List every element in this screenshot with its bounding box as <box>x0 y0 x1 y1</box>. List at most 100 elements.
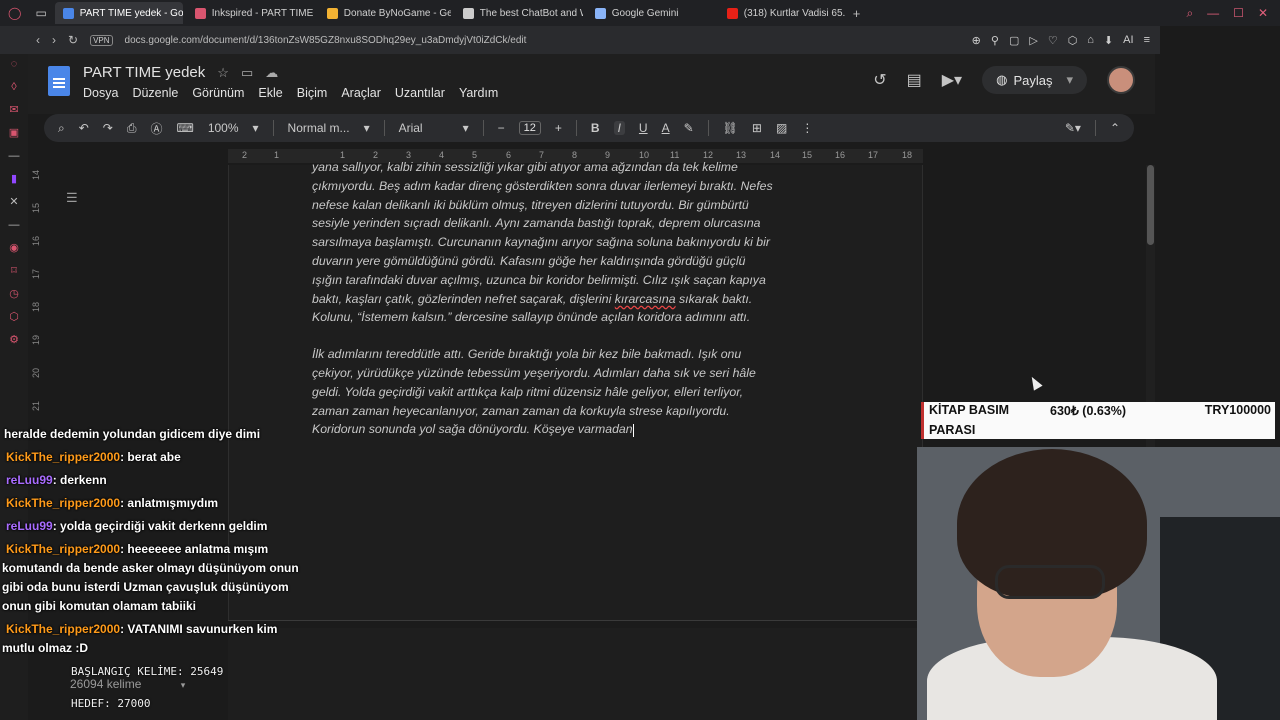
menu-item[interactable]: Dosya <box>83 86 118 100</box>
play-icon[interactable]: ▷ <box>1029 34 1037 47</box>
scrollbar-thumb[interactable] <box>1147 165 1154 245</box>
share-button[interactable]: ◍ Paylaş ▾ <box>982 66 1087 94</box>
chevron-down-icon[interactable]: ▾ <box>181 680 186 690</box>
search-menus-icon[interactable]: ⌕ <box>58 121 65 136</box>
increase-size-icon[interactable]: + <box>555 121 562 135</box>
vpn-badge[interactable]: VPN <box>90 34 113 46</box>
chat-username: reLuu99 <box>6 519 53 533</box>
download-icon[interactable]: ⬇ <box>1104 34 1113 47</box>
zoom-chevron-icon[interactable]: ▾ <box>253 121 259 135</box>
word-count-badge[interactable]: 26094 kelime ▾ <box>70 677 185 691</box>
zoom-select[interactable]: 100% <box>208 121 239 135</box>
account-icon[interactable]: ⌂ <box>1087 34 1094 47</box>
browser-tab[interactable]: Google Gemini <box>587 2 715 24</box>
aria-icon[interactable]: ◌ <box>11 58 18 71</box>
crypto-icon[interactable]: ◊ <box>11 81 16 94</box>
browser-tab[interactable]: Donate ByNoGame - Geli <box>319 2 451 24</box>
doc-title[interactable]: PART TIME yedek <box>83 64 205 81</box>
menu-item[interactable]: Düzenle <box>132 86 178 100</box>
zoom-icon[interactable]: ⊕ <box>972 34 981 47</box>
undo-icon[interactable]: ↶ <box>79 121 89 135</box>
spellcheck-icon[interactable]: Ⓐ <box>150 120 162 137</box>
avatar[interactable] <box>1107 66 1135 94</box>
bold-button[interactable]: B <box>591 121 600 135</box>
vertical-ruler[interactable]: 14 15 16 17 18 19 20 21 <box>28 166 42 426</box>
document-body-text[interactable]: yana sallıyor, kalbi zihin sessizliği yı… <box>312 158 842 439</box>
minimize-icon[interactable]: — <box>1207 6 1219 21</box>
chevron-down-icon[interactable]: ▾ <box>1066 72 1073 88</box>
menu-item[interactable]: Ekle <box>258 86 282 100</box>
text-color-button[interactable]: A <box>662 121 670 135</box>
style-chevron-icon[interactable]: ▾ <box>364 121 370 135</box>
outline-icon[interactable]: ☰ <box>66 190 78 206</box>
browser-tab[interactable]: (318) Kurtlar Vadisi 65. Bö <box>719 2 847 24</box>
opera-menu-icon[interactable]: ◯ <box>8 6 21 20</box>
target-word-count: HEDEF: 27000 <box>71 697 151 710</box>
editing-mode-icon[interactable]: ✎▾ <box>1065 121 1081 135</box>
font-select[interactable]: Arial <box>399 121 449 135</box>
comments-icon[interactable]: ▤ <box>907 70 922 90</box>
browser-tab[interactable]: The best ChatBot and Wr <box>455 2 583 24</box>
vruler-tick-label: 16 <box>31 236 41 247</box>
reload-icon[interactable]: ↻ <box>68 33 78 47</box>
cloud-status-icon[interactable]: ☁ <box>265 65 278 81</box>
chat-username: KickThe_ripper2000 <box>6 450 121 464</box>
search-tabs-icon[interactable]: ⌕ <box>1186 6 1193 21</box>
tab-favicon-icon <box>62 7 74 19</box>
ext-icon[interactable]: ⬡ <box>9 311 19 324</box>
redo-icon[interactable]: ↷ <box>103 121 113 135</box>
twitch-icon[interactable]: ▮ <box>11 173 17 186</box>
highlight-icon[interactable]: ✎ <box>684 121 694 135</box>
url-text[interactable]: docs.google.com/document/d/136tonZsW85GZ… <box>125 35 527 46</box>
docs-logo-icon[interactable] <box>48 66 70 96</box>
history-icon[interactable]: ◷ <box>9 288 19 301</box>
move-folder-icon[interactable]: ▭ <box>241 65 253 81</box>
link-icon[interactable]: ⛓ <box>723 121 738 135</box>
close-window-icon[interactable]: ✕ <box>1258 6 1268 21</box>
new-tab-icon[interactable]: + <box>853 6 861 21</box>
x-icon[interactable]: ✕ <box>9 196 18 209</box>
tab-overview-icon[interactable]: ▭ <box>35 6 46 20</box>
paint-format-icon[interactable]: ⌨ <box>176 121 193 135</box>
version-history-icon[interactable]: ↺ <box>873 70 886 90</box>
browser-menu-icon[interactable]: ≡ <box>1144 34 1150 47</box>
more-options-icon[interactable]: ⋮ <box>801 121 813 135</box>
italic-button[interactable]: I <box>613 121 625 135</box>
decrease-size-icon[interactable]: − <box>498 121 505 135</box>
font-size-input[interactable]: 12 <box>518 121 541 135</box>
pinboard-icon[interactable]: ⌑ <box>11 265 17 278</box>
misspelled-word[interactable]: kırarcasına <box>615 292 676 306</box>
print-icon[interactable]: ⎙ <box>127 121 137 136</box>
menu-item[interactable]: Biçim <box>297 86 328 100</box>
browser-tab[interactable]: PART TIME yedek - Googl✕ <box>54 2 183 24</box>
tab-title: The best ChatBot and Wr <box>479 7 583 19</box>
forward-icon[interactable]: › <box>52 33 56 47</box>
ai-button[interactable]: AI <box>1123 34 1133 47</box>
browser-tab[interactable]: Inkspired - PART TIME <box>187 2 315 24</box>
font-chevron-icon[interactable]: ▾ <box>463 121 469 135</box>
menu-item[interactable]: Uzantılar <box>395 86 445 100</box>
add-comment-icon[interactable]: ⊞ <box>752 121 762 135</box>
settings-icon[interactable]: ⚙ <box>9 334 19 347</box>
player-icon[interactable]: ◉ <box>9 242 19 255</box>
document-page-2[interactable] <box>228 628 923 720</box>
heart-icon[interactable]: ♡ <box>1048 34 1058 47</box>
underline-button[interactable]: U <box>639 121 648 135</box>
menu-item[interactable]: Araçlar <box>341 86 381 100</box>
star-icon[interactable]: ☆ <box>217 65 229 81</box>
chat-username: reLuu99 <box>6 473 53 487</box>
maximize-icon[interactable]: ☐ <box>1233 6 1244 21</box>
meet-icon[interactable]: ▶▾ <box>942 70 962 90</box>
extensions-icon[interactable]: ⬡ <box>1068 34 1078 47</box>
back-icon[interactable]: ‹ <box>36 33 40 47</box>
mail-icon[interactable]: ▣ <box>9 127 19 140</box>
messenger-icon[interactable]: ✉ <box>9 104 18 117</box>
menu-item[interactable]: Yardım <box>459 86 498 100</box>
tab-title: (318) Kurtlar Vadisi 65. Bö <box>743 7 847 19</box>
hide-menus-icon[interactable]: ⌃ <box>1110 121 1120 135</box>
style-select[interactable]: Normal m... <box>288 121 350 135</box>
insert-image-icon[interactable]: ▨ <box>776 121 787 135</box>
pin-icon[interactable]: ⚲ <box>991 34 999 47</box>
menu-item[interactable]: Görünüm <box>192 86 244 100</box>
snapshot-icon[interactable]: ▢ <box>1009 34 1019 47</box>
